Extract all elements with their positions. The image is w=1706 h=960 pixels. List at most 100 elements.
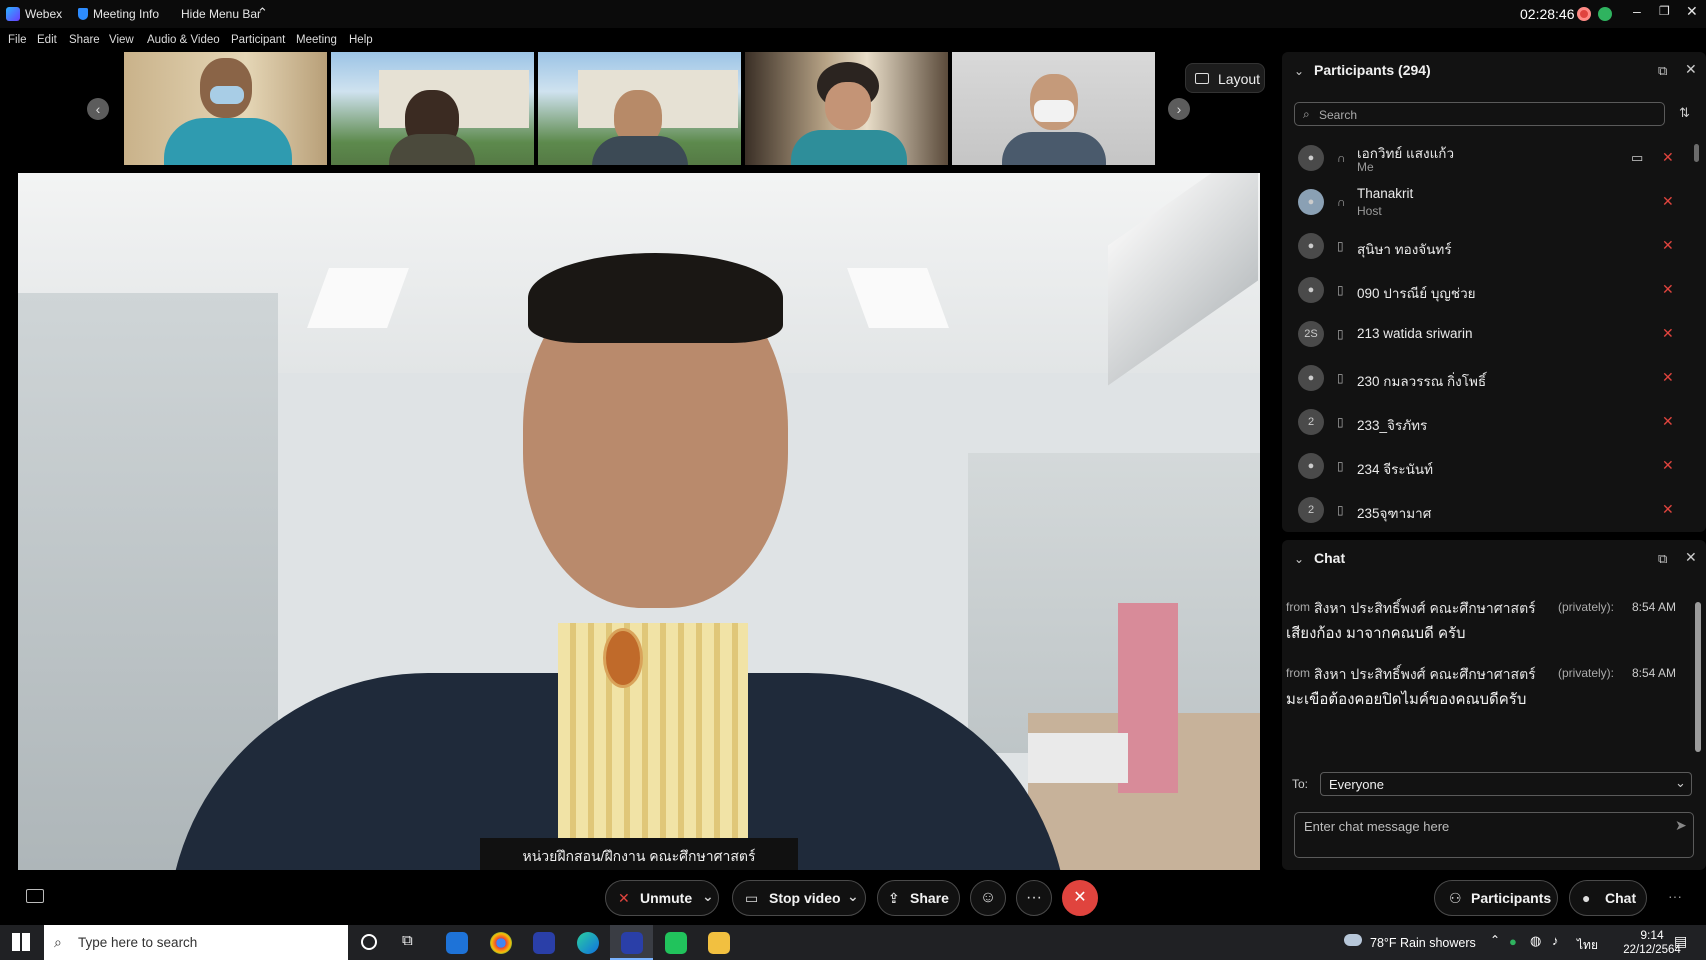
captions-icon[interactable] [26,889,44,903]
chevron-up-icon[interactable]: ⌃ [257,5,268,21]
menu-meeting[interactable]: Meeting [296,34,337,46]
participant-thumbnail[interactable] [124,52,327,165]
mic-muted-icon[interactable]: ✕ [1662,281,1674,298]
chrome-icon[interactable] [490,932,512,954]
stop-video-button[interactable]: ▭ Stop video ⌄ [732,880,866,916]
network-icon[interactable]: ◍ [1530,933,1541,949]
line-tray-icon[interactable]: ● [1509,934,1517,949]
title-bar: Webex Meeting Info Hide Menu Bar ⌃ 02:28… [0,0,1706,28]
collapse-chevron-icon[interactable]: ⌄ [1294,552,1304,566]
mic-muted-icon[interactable]: ✕ [1662,501,1674,518]
file-explorer-icon[interactable] [708,932,730,954]
sort-icon[interactable]: ⇅ [1679,105,1690,121]
menu-view[interactable]: View [109,34,134,46]
chevron-down-icon[interactable]: ⌄ [702,879,714,913]
chat-text: มะเขือต้องคอยปิดไมค์ของคณบดีครับ [1286,691,1527,708]
meeting-info-button[interactable]: Meeting Info [93,7,159,21]
webex-meetings-icon[interactable] [621,932,643,954]
participant-thumbnail[interactable] [745,52,948,165]
participant-row[interactable]: ● ▯ 234 จีระนันท์ ✕ [1282,444,1674,488]
taskbar-time[interactable]: 9:14 [1622,928,1682,942]
connection-icon[interactable] [1598,7,1612,21]
chat-recipient-select[interactable]: Everyone ⌄ [1320,772,1692,796]
mic-muted-icon[interactable]: ✕ [1662,193,1674,210]
printer [1028,733,1128,783]
cortana-icon[interactable] [361,934,377,950]
chevron-down-icon[interactable]: ⌄ [847,879,859,913]
smiley-icon: ☺ [979,889,997,906]
task-view-icon[interactable]: ⧉ [402,932,413,949]
mic-muted-icon[interactable]: ✕ [1662,149,1674,166]
internet-explorer-icon[interactable] [446,932,468,954]
reactions-button[interactable]: ☺ [970,880,1006,916]
minimize-icon[interactable]: – [1633,3,1641,19]
participant-thumbnail[interactable] [331,52,534,165]
participant-row[interactable]: ● ∩ Thanakrit Host ✕ [1282,180,1674,224]
restore-icon[interactable]: ❐ [1659,4,1670,18]
popout-icon[interactable]: ⧉ [1658,551,1667,567]
weather-text[interactable]: 78°F Rain showers [1370,936,1476,950]
participant-row[interactable]: 2 ▯ 235จุฑามาศ ✕ [1282,488,1674,532]
share-button[interactable]: ⇪ Share [877,880,960,916]
chat-bubble-icon: ● [1582,890,1591,906]
participants-toggle-button[interactable]: ⚇ Participants [1434,880,1558,916]
chat-message-input[interactable]: Enter chat message here ➤ [1294,812,1694,858]
send-icon[interactable]: ➤ [1675,817,1687,834]
more-icon: ··· [1026,889,1042,906]
notifications-icon[interactable]: ▤ [1674,933,1687,950]
chat-toggle-button[interactable]: ● Chat [1569,880,1647,916]
leave-meeting-button[interactable]: ✕ [1062,880,1098,916]
mic-muted-icon[interactable]: ✕ [1662,237,1674,254]
mic-muted-icon[interactable]: ✕ [1662,325,1674,342]
speaker-hair [528,253,783,343]
participant-row[interactable]: 2S ▯ 213 watida sriwarin ✕ [1282,312,1674,356]
chat-scrollbar[interactable] [1694,590,1702,768]
thumbnails-prev-button[interactable]: ‹ [87,98,109,120]
participants-scrollbar[interactable] [1694,134,1699,524]
weather-icon[interactable] [1344,934,1362,946]
hide-menu-bar-button[interactable]: Hide Menu Bar [181,7,261,21]
menu-help[interactable]: Help [349,34,373,46]
menu-file[interactable]: File [8,34,27,46]
chevron-up-icon[interactable]: ⌃ [1490,933,1500,947]
share-label: Share [910,890,949,906]
participant-thumbnail[interactable] [952,52,1155,165]
line-icon[interactable] [665,932,687,954]
video-camera-icon[interactable]: ▭ [1631,150,1643,166]
taskbar-search-input[interactable]: ⌕ Type here to search [44,925,348,960]
participant-thumbnail[interactable] [538,52,741,165]
menu-participant[interactable]: Participant [231,34,285,46]
menu-audio-video[interactable]: Audio & Video [147,34,220,46]
volume-icon[interactable]: ♪ [1552,933,1559,948]
participant-search-input[interactable]: ⌕ Search [1294,102,1665,126]
recording-icon[interactable] [1577,7,1591,21]
edge-icon[interactable] [577,932,599,954]
participant-row[interactable]: 2 ▯ 233_จิรภัทร ✕ [1282,400,1674,444]
participant-row[interactable]: ● ▯ 090 ปารณีย์ บุญช่วย ✕ [1282,268,1674,312]
input-language[interactable]: ไทย [1577,936,1598,955]
collapse-chevron-icon[interactable]: ⌄ [1294,64,1304,78]
close-window-icon[interactable]: ✕ [1686,3,1698,20]
menu-edit[interactable]: Edit [37,34,57,46]
webex-app-icon[interactable] [533,932,555,954]
participant-row[interactable]: ● ∩ เอกวิทย์ แสงแก้ว Me ▭ ✕ [1282,136,1674,180]
close-panel-icon[interactable]: ✕ [1685,549,1697,566]
mic-muted-icon[interactable]: ✕ [1662,413,1674,430]
mic-muted-icon[interactable]: ✕ [1662,457,1674,474]
participant-row[interactable]: ● ▯ 230 กมลวรรณ กิ่งโพธิ์ ✕ [1282,356,1674,400]
stop-video-label: Stop video [769,890,841,906]
more-options-button[interactable]: ··· [1016,880,1052,916]
mic-muted-icon[interactable]: ✕ [1662,369,1674,386]
active-speaker-video[interactable] [18,173,1260,870]
windows-start-icon[interactable] [12,933,30,951]
thumbnails-next-button[interactable]: › [1168,98,1190,120]
unmute-button[interactable]: ✕ Unmute ⌄ [605,880,719,916]
menu-share[interactable]: Share [69,34,100,46]
participants-title: Participants (294) [1314,62,1431,78]
participant-row[interactable]: ● ▯ สุนิษา ทองจันทร์ ✕ [1282,224,1674,268]
phone-icon: ▯ [1337,371,1344,385]
layout-button[interactable]: Layout [1185,63,1265,93]
more-icon[interactable]: ··· [1668,888,1682,904]
close-panel-icon[interactable]: ✕ [1685,61,1697,78]
popout-icon[interactable]: ⧉ [1658,63,1667,79]
